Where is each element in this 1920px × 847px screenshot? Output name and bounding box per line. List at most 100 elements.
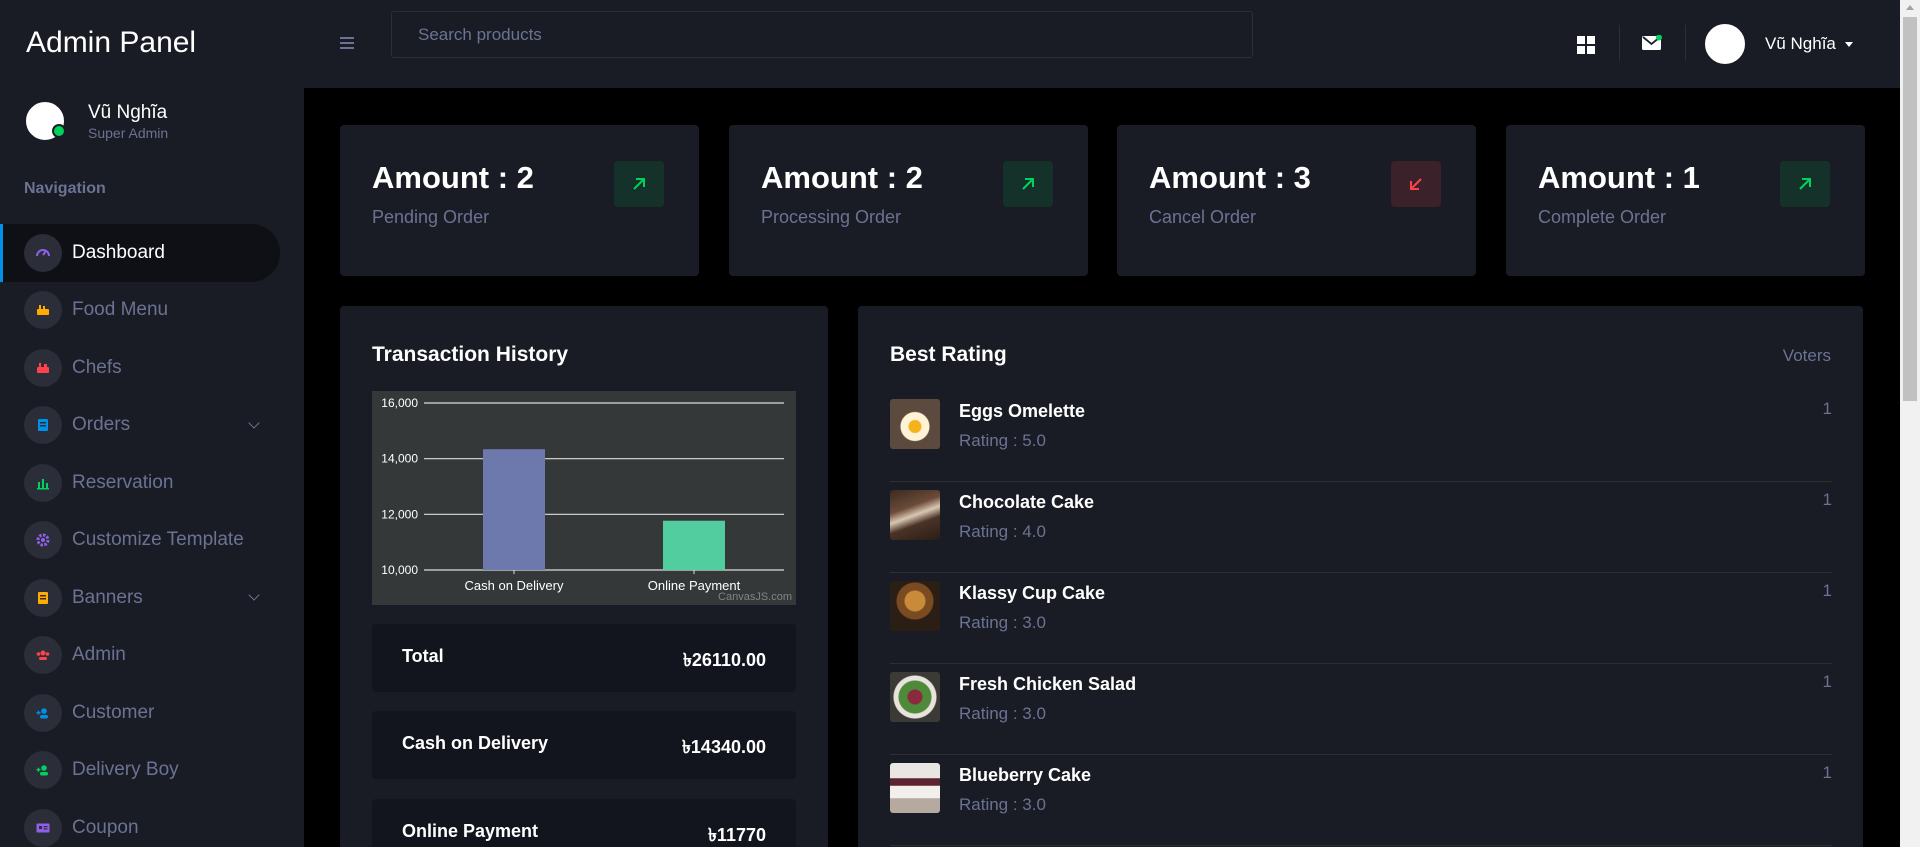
y-tick-label: 14,000 xyxy=(381,452,418,466)
food-icon xyxy=(24,291,62,330)
product-name: Blueberry Cake xyxy=(959,765,1092,785)
orders-icon xyxy=(24,406,62,445)
stat-card-processing: Amount : 2 Processing Order xyxy=(729,125,1088,276)
chef-icon xyxy=(24,348,62,387)
sidebar-item-dashboard[interactable]: Dashboard xyxy=(0,224,280,282)
sidebar-item-label: Customize Template xyxy=(72,529,244,551)
voter-count: 1 xyxy=(1822,672,1832,691)
transaction-label: Cash on Delivery xyxy=(402,733,549,753)
voters-header: Voters xyxy=(1782,346,1831,365)
chart-watermark: CanvasJS.com xyxy=(718,591,792,603)
sidebar-item-admin[interactable]: Admin xyxy=(0,627,304,685)
scroll-up-arrow-icon[interactable] xyxy=(1906,5,1914,10)
stat-label: Complete Order xyxy=(1538,207,1667,227)
sidebar-item-coupon[interactable]: Coupon xyxy=(0,799,304,847)
product-rating: Rating : 3.0 xyxy=(959,795,1046,814)
transaction-value: ৳11770 xyxy=(707,825,766,845)
banner-icon xyxy=(24,578,62,617)
speedometer-icon xyxy=(24,233,62,272)
transaction-total-row: Total ৳26110.00 xyxy=(372,624,796,692)
sidebar-item-chefs[interactable]: Chefs xyxy=(0,339,304,397)
chart-bar xyxy=(663,520,725,570)
stat-amount: Amount : 3 xyxy=(1149,160,1311,195)
product-name: Eggs Omelette xyxy=(959,401,1086,421)
voter-count: 1 xyxy=(1822,399,1832,418)
trend-badge xyxy=(1780,161,1830,207)
list-item[interactable]: Blueberry Cake Rating : 3.0 1 xyxy=(890,755,1832,846)
sidebar-item-label: Orders xyxy=(72,414,131,436)
list-item[interactable]: Eggs Omelette Rating : 5.0 1 xyxy=(890,391,1832,482)
product-thumbnail xyxy=(890,399,940,449)
list-item[interactable]: Chocolate Cake Rating : 4.0 1 xyxy=(890,482,1832,573)
stat-amount: Amount : 1 xyxy=(1538,160,1700,195)
sidebar-item-customer[interactable]: Customer xyxy=(0,684,304,742)
coupon-icon xyxy=(24,808,62,847)
sidebar-item-banners[interactable]: Banners xyxy=(0,569,304,627)
page-scrollbar[interactable] xyxy=(1900,0,1920,847)
transaction-value: ৳14340.00 xyxy=(681,737,766,757)
card-title: Transaction History xyxy=(372,343,569,366)
stat-card-complete: Amount : 1 Complete Order xyxy=(1506,125,1865,276)
customer-icon xyxy=(24,693,62,732)
stat-amount: Amount : 2 xyxy=(761,160,923,195)
user-menu-name[interactable]: Vũ Nghĩa xyxy=(1765,34,1836,54)
arrow-top-right-icon xyxy=(633,178,645,190)
stat-label: Pending Order xyxy=(372,207,490,227)
sidebar-item-food-menu[interactable]: Food Menu xyxy=(0,282,304,340)
mail-icon[interactable] xyxy=(1642,35,1662,51)
stat-label: Cancel Order xyxy=(1149,207,1257,227)
chart-bar-icon xyxy=(24,463,62,502)
divider xyxy=(1619,25,1620,61)
avatar xyxy=(24,100,66,142)
sidebar-item-delivery-boy[interactable]: Delivery Boy xyxy=(0,742,304,800)
caret-down-icon[interactable] xyxy=(1845,42,1853,47)
sidebar-item-label: Banners xyxy=(72,586,143,608)
sidebar-item-label: Coupon xyxy=(72,816,139,838)
list-item[interactable]: Fresh Chicken Salad Rating : 3.0 1 xyxy=(890,664,1832,755)
sidebar-profile[interactable]: Vũ Nghĩa Super Admin xyxy=(24,100,294,144)
x-tick-label: Cash on Delivery xyxy=(465,578,564,593)
menu-toggle-icon[interactable] xyxy=(340,37,354,49)
search-input[interactable] xyxy=(391,11,1253,58)
arrow-top-right-icon xyxy=(1022,178,1034,190)
sidebar-nav: Dashboard Food Menu Chefs Orders Reserva… xyxy=(0,224,304,847)
product-rating: Rating : 5.0 xyxy=(959,431,1046,450)
nav-caption: Navigation xyxy=(24,180,106,197)
sidebar-item-orders[interactable]: Orders xyxy=(0,397,304,455)
best-rating-card: Best Rating Voters Eggs Omelette Rating … xyxy=(858,306,1863,847)
trend-badge xyxy=(1003,161,1053,207)
chevron-down-icon[interactable] xyxy=(248,589,260,601)
sidebar-item-reservation[interactable]: Reservation xyxy=(0,454,304,512)
sidebar-item-customize-template[interactable]: Customize Template xyxy=(0,512,304,570)
profile-role: Super Admin xyxy=(88,125,169,141)
product-name: Fresh Chicken Salad xyxy=(959,674,1137,694)
profile-name: Vũ Nghĩa xyxy=(88,102,168,123)
stat-amount: Amount : 2 xyxy=(372,160,534,195)
voter-count: 1 xyxy=(1822,581,1832,600)
product-thumbnail xyxy=(890,763,940,813)
y-tick-label: 12,000 xyxy=(381,507,418,521)
sidebar-item-label: Reservation xyxy=(72,471,174,493)
stat-label: Processing Order xyxy=(761,207,902,227)
sidebar: Admin Panel Vũ Nghĩa Super Admin Navigat… xyxy=(0,0,304,847)
brand-title[interactable]: Admin Panel xyxy=(26,26,196,60)
arrow-bottom-left-icon xyxy=(1410,178,1422,190)
user-avatar[interactable] xyxy=(1703,22,1747,66)
stat-card-pending: Amount : 2 Pending Order xyxy=(340,125,699,276)
stat-card-cancel: Amount : 3 Cancel Order xyxy=(1117,125,1476,276)
scrollbar-thumb[interactable] xyxy=(1903,17,1917,401)
admin-group-icon xyxy=(24,636,62,675)
chevron-down-icon[interactable] xyxy=(248,416,260,429)
list-item[interactable]: Klassy Cup Cake Rating : 3.0 1 xyxy=(890,573,1832,664)
transaction-history-card: Transaction History 10,000 12,000 14,000 16… xyxy=(340,306,828,847)
product-rating: Rating : 3.0 xyxy=(959,613,1046,632)
product-name: Klassy Cup Cake xyxy=(959,583,1106,603)
sidebar-item-label: Chefs xyxy=(72,356,122,378)
arrow-top-right-icon xyxy=(1799,178,1811,190)
topbar: Vũ Nghĩa xyxy=(304,0,1900,88)
apps-grid-icon[interactable] xyxy=(1577,36,1595,54)
product-thumbnail xyxy=(890,490,940,540)
delivery-icon xyxy=(24,751,62,790)
divider xyxy=(1685,25,1686,61)
trend-badge xyxy=(614,161,664,207)
